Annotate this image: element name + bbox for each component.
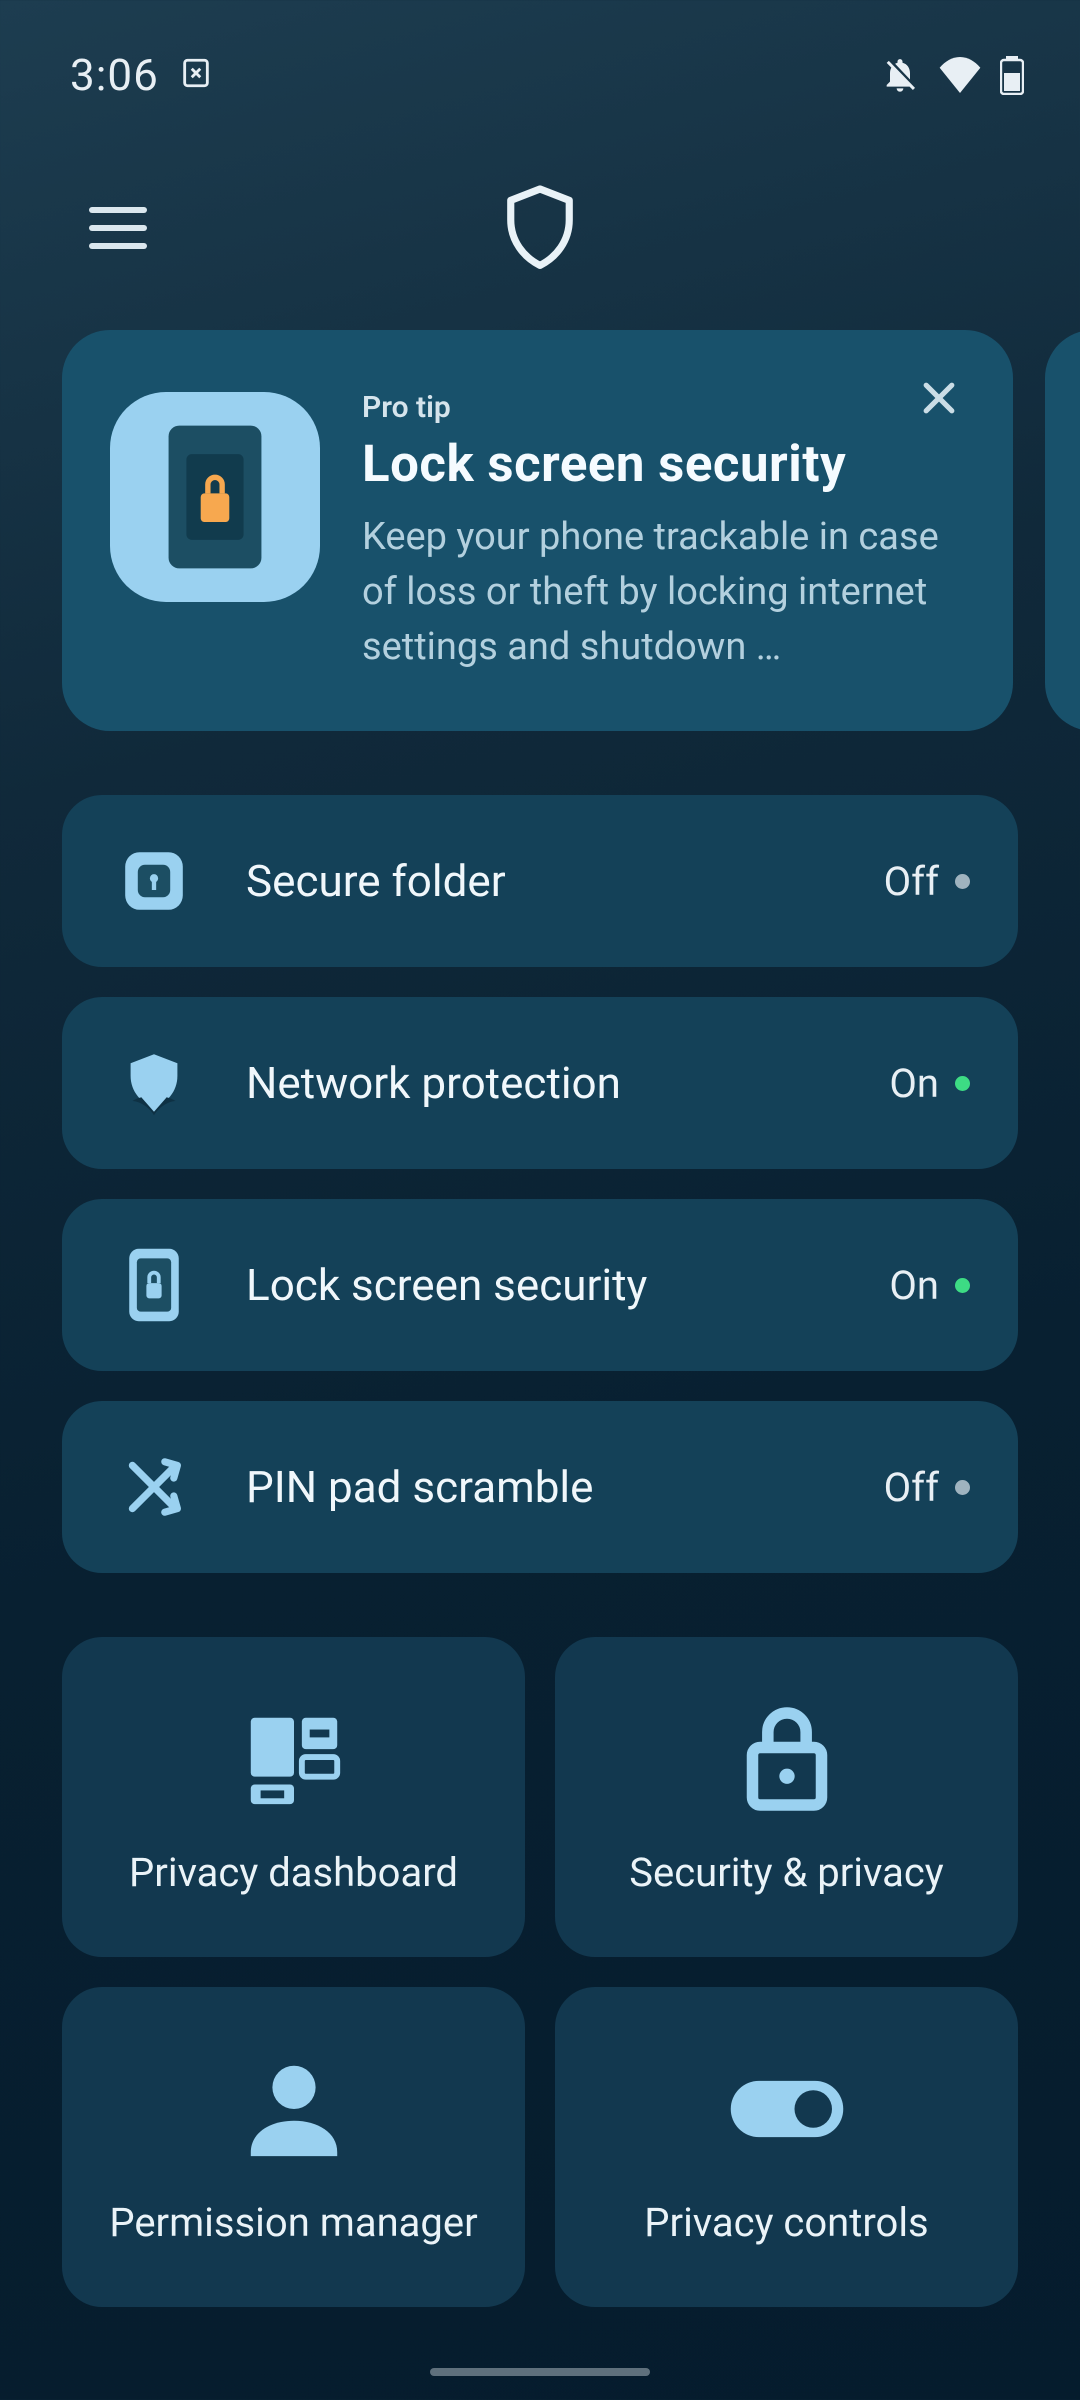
setting-label: Lock screen security xyxy=(246,1259,889,1311)
status-left: 3:06 xyxy=(70,49,213,101)
status-time: 3:06 xyxy=(70,49,159,101)
setting-label: Network protection xyxy=(246,1057,889,1109)
grid-label: Security & privacy xyxy=(629,1849,943,1896)
status-dot-icon xyxy=(955,1278,970,1293)
tip-card-next[interactable] xyxy=(1045,330,1080,731)
shield-wifi-icon xyxy=(110,1047,198,1119)
close-button[interactable] xyxy=(917,376,961,424)
shuffle-icon xyxy=(110,1451,198,1523)
setting-pin-pad-scramble[interactable]: PIN pad scramble Off xyxy=(62,1401,1018,1573)
status-dot-icon xyxy=(955,1480,970,1495)
tip-illustration xyxy=(110,392,320,602)
grid-label: Privacy dashboard xyxy=(129,1849,458,1896)
phone-lock-icon xyxy=(110,1245,198,1325)
card-permission-manager[interactable]: Permission manager xyxy=(62,1987,525,2307)
setting-status: On xyxy=(889,1060,939,1107)
notifications-off-icon xyxy=(880,55,920,95)
setting-network-protection[interactable]: Network protection On xyxy=(62,997,1018,1169)
wifi-icon xyxy=(938,57,982,93)
quick-links-grid: Privacy dashboard Security & privacy Per… xyxy=(62,1637,1018,2307)
secure-folder-icon xyxy=(110,845,198,917)
lock-icon xyxy=(741,1699,833,1819)
setting-label: PIN pad scramble xyxy=(246,1461,884,1513)
grid-label: Permission manager xyxy=(109,2199,477,2246)
setting-lock-screen-security[interactable]: Lock screen security On xyxy=(62,1199,1018,1371)
grid-label: Privacy controls xyxy=(644,2199,928,2246)
status-dot-icon xyxy=(955,874,970,889)
setting-secure-folder[interactable]: Secure folder Off xyxy=(62,795,1018,967)
battery-icon xyxy=(1000,55,1024,95)
card-privacy-controls[interactable]: Privacy controls xyxy=(555,1987,1018,2307)
setting-status: Off xyxy=(884,858,939,905)
setting-status: Off xyxy=(884,1464,939,1511)
tip-eyebrow: Pro tip xyxy=(362,390,941,425)
shield-icon xyxy=(501,180,579,280)
tip-card[interactable]: Pro tip Lock screen security Keep your p… xyxy=(62,330,1013,731)
home-indicator[interactable] xyxy=(430,2368,650,2376)
person-icon xyxy=(239,2049,349,2169)
tip-body: Keep your phone trackable in case of los… xyxy=(362,510,941,675)
status-right xyxy=(880,55,1024,95)
toggle-on-icon xyxy=(727,2049,847,2169)
setting-status: On xyxy=(889,1262,939,1309)
tip-carousel[interactable]: Pro tip Lock screen security Keep your p… xyxy=(62,330,1018,731)
status-bar: 3:06 xyxy=(0,0,1080,130)
card-security-privacy[interactable]: Security & privacy xyxy=(555,1637,1018,1957)
setting-label: Secure folder xyxy=(246,855,884,907)
status-dot-icon xyxy=(955,1076,970,1091)
dashboard-icon xyxy=(239,1699,349,1819)
card-privacy-dashboard[interactable]: Privacy dashboard xyxy=(62,1637,525,1957)
close-square-icon xyxy=(179,56,213,94)
app-header xyxy=(0,130,1080,330)
menu-button[interactable] xyxy=(88,204,148,256)
tip-title: Lock screen security xyxy=(362,435,941,494)
